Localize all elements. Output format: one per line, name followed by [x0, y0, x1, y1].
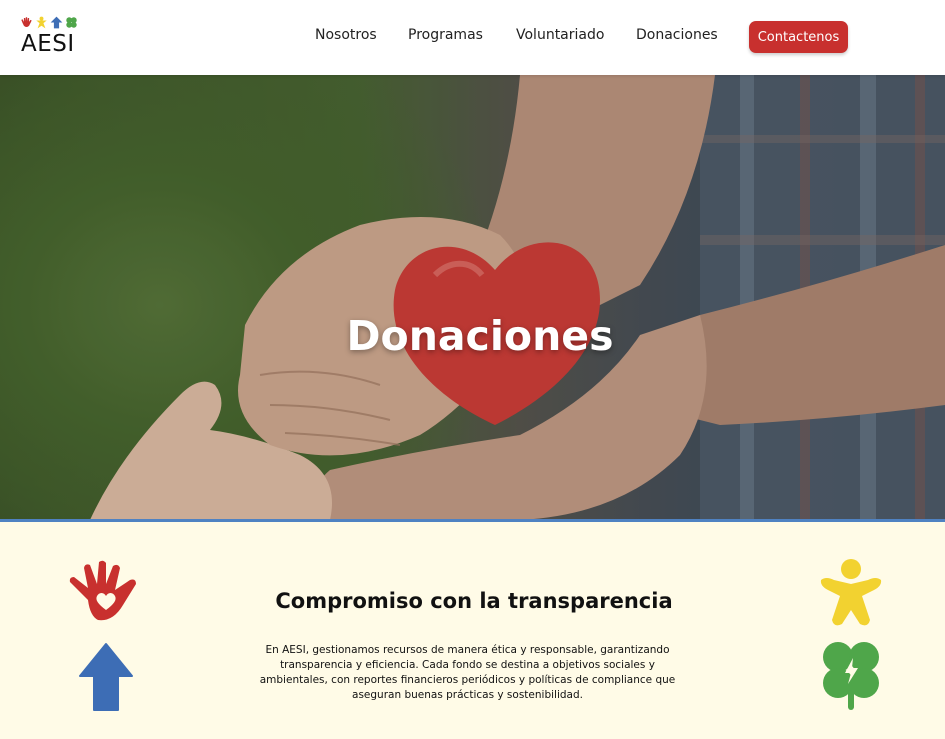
main-nav: Nosotros Programas Voluntariado Donacion… [0, 0, 945, 75]
nav-link-nosotros[interactable]: Nosotros [315, 27, 377, 43]
hand-heart-icon [69, 560, 136, 621]
page: AESI Nosotros Programas Voluntariado Don… [0, 0, 945, 739]
nav-link-voluntariado[interactable]: Voluntariado [516, 27, 604, 43]
contact-button[interactable]: Contactenos [749, 21, 848, 53]
hero-title: Donaciones [346, 312, 614, 361]
transparency-section: Compromiso con la transparencia En AESI,… [0, 522, 945, 739]
site-header: AESI Nosotros Programas Voluntariado Don… [0, 0, 945, 75]
hero-banner: Donaciones [0, 75, 945, 520]
hero-overlay [0, 75, 945, 520]
nav-link-programas[interactable]: Programas [408, 27, 483, 43]
clover-icon [823, 642, 879, 710]
arrow-up-icon [79, 643, 133, 711]
nav-link-donaciones[interactable]: Donaciones [636, 27, 718, 43]
section-body: En AESI, gestionamos recursos de manera … [259, 643, 676, 701]
person-icon [820, 559, 882, 626]
